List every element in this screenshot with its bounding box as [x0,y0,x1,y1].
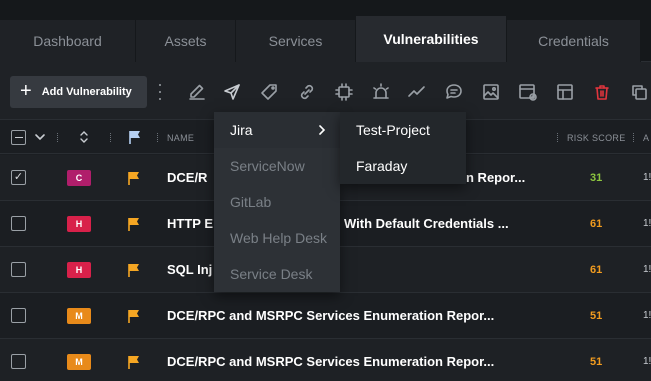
column-header-extra[interactable]: A [643,133,649,143]
severity-badge: M [67,308,91,324]
more-options-icon[interactable] [158,84,162,100]
trash-icon[interactable] [591,81,613,103]
menu-item-label: ServiceNow [230,158,305,174]
add-vulnerability-label: Add Vulnerability [41,86,132,98]
column-divider [110,133,111,142]
risk-score: 61 [590,218,603,230]
risk-score: 51 [590,356,603,368]
row-checkbox[interactable]: ✓ [11,170,26,185]
comment-icon[interactable] [443,81,465,103]
add-vulnerability-button[interactable]: + Add Vulnerability [10,76,147,108]
tab-credentials[interactable]: Credentials [507,20,641,62]
flag-icon[interactable] [126,216,142,232]
jira-project-submenu: Test-Project Faraday [340,112,466,184]
menu-item-jira[interactable]: Jira [214,112,340,148]
send-icon[interactable] [221,81,243,103]
vulnerability-name-fragment[interactable]: n Repor... [466,170,536,185]
row-extra-value: 1! [643,356,651,367]
column-divider [633,133,634,142]
menu-item-gitlab[interactable]: GitLab [214,184,340,220]
row-extra-value: 1! [643,310,651,321]
column-divider [57,133,58,142]
table-row[interactable]: M DCE/RPC and MSRPC Services Enumeration… [0,293,651,339]
menu-item-label: GitLab [230,194,272,210]
integration-menu: Jira ServiceNow GitLab Web Help Desk Ser… [214,112,340,292]
menu-item-label: Service Desk [230,266,313,282]
risk-score: 31 [590,172,603,184]
menu-item-servicenow[interactable]: ServiceNow [214,148,340,184]
vulnerability-name[interactable]: DCE/RPC and MSRPC Services Enumeration R… [167,354,537,369]
tab-services[interactable]: Services [236,20,356,62]
menu-item-service-desk[interactable]: Service Desk [214,256,340,292]
layout-icon[interactable] [554,81,576,103]
plus-icon: + [20,80,32,102]
image-icon[interactable] [480,81,502,103]
tab-dashboard[interactable]: Dashboard [0,20,136,62]
flag-icon[interactable] [126,308,142,324]
submenu-item-label: Test-Project [356,122,430,138]
evidence-icon[interactable] [517,81,539,103]
sort-icon[interactable] [79,129,89,145]
flag-icon[interactable] [126,262,142,278]
row-extra-value: 1! [643,172,651,183]
menu-item-label: Jira [230,122,253,138]
risk-score: 51 [590,310,603,322]
menu-item-web-help-desk[interactable]: Web Help Desk [214,220,340,256]
tab-bar: Dashboard Assets Services Vulnerabilitie… [0,0,651,62]
table-row[interactable]: M DCE/RPC and MSRPC Services Enumeration… [0,339,651,381]
chevron-down-icon[interactable] [34,131,46,143]
chevron-right-icon [319,125,326,135]
menu-item-label: Web Help Desk [230,230,328,246]
severity-badge: H [67,216,91,232]
edit-icon[interactable] [186,81,208,103]
tab-vulnerabilities[interactable]: Vulnerabilities [356,16,507,62]
flag-icon[interactable] [127,129,143,145]
column-divider [157,133,158,142]
row-checkbox[interactable] [11,216,26,231]
severity-badge: M [67,354,91,370]
vulnerability-name[interactable]: DCE/RPC and MSRPC Services Enumeration R… [167,308,537,323]
severity-badge: C [67,170,91,186]
row-extra-value: 1! [643,218,651,229]
submenu-item-label: Faraday [356,158,408,174]
row-checkbox[interactable] [11,262,26,277]
risk-score: 61 [590,264,603,276]
copy-icon[interactable] [628,81,650,103]
column-header-name[interactable]: NAME [167,133,194,143]
severity-badge: H [67,262,91,278]
select-all-checkbox[interactable] [11,130,26,145]
flag-icon[interactable] [126,354,142,370]
tab-assets[interactable]: Assets [136,20,236,62]
column-divider [557,133,558,142]
flag-icon[interactable] [126,170,142,186]
row-checkbox[interactable] [11,354,26,369]
column-header-risk-score[interactable]: RISK SCORE [567,133,626,143]
row-extra-value: 1! [643,264,651,275]
alarm-icon[interactable] [370,81,392,103]
tag-icon[interactable] [259,81,281,103]
chart-icon[interactable] [406,81,428,103]
submenu-item-faraday[interactable]: Faraday [340,148,466,184]
api-icon[interactable] [333,81,355,103]
vulnerability-name-fragment[interactable]: With Default Credentials ... [344,216,534,231]
link-icon[interactable] [296,81,318,103]
row-checkbox[interactable] [11,308,26,323]
submenu-item-test-project[interactable]: Test-Project [340,112,466,148]
